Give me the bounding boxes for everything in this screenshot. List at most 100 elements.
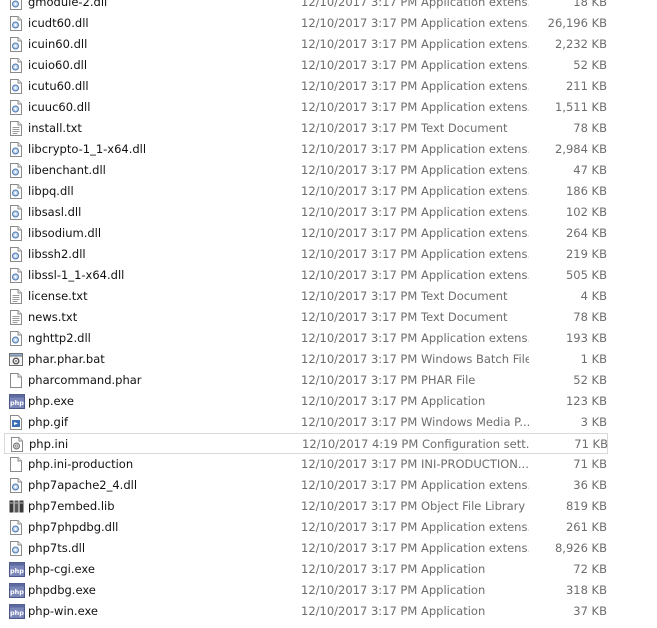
file-name: libssh2.dll [28, 247, 86, 261]
file-date-modified: 12/10/2017 3:17 PM [301, 520, 418, 534]
file-name: icuuc60.dll [28, 100, 91, 114]
text-document-icon [9, 310, 23, 325]
php-app-icon: php [9, 583, 25, 598]
file-name: phpdbg.exe [28, 583, 96, 597]
file-size: 36 KB [573, 478, 607, 492]
dll-icon [9, 16, 23, 31]
file-name: php.ini [29, 437, 69, 451]
file-row[interactable]: php.gif 12/10/2017 3:17 PM Windows Media P… [0, 412, 657, 433]
php-app-icon: php [9, 394, 25, 409]
file-name: install.txt [28, 121, 82, 135]
file-row[interactable]: php php.exe 12/10/2017 3:17 PM Application… [0, 391, 657, 412]
file-name: icuin60.dll [28, 37, 88, 51]
file-row[interactable]: php.ini 12/10/2017 4:19 PM Configuration s… [4, 433, 608, 454]
file-row[interactable]: install.txt 12/10/2017 3:17 PM Text Docume… [0, 118, 657, 139]
file-date-modified: 12/10/2017 3:17 PM [301, 289, 418, 303]
file-row[interactable]: php7phpdbg.dll 12/10/2017 3:17 PM Applicat… [0, 517, 657, 538]
file-row[interactable]: libssh2.dll 12/10/2017 3:17 PM Application… [0, 244, 657, 265]
file-name: libsasl.dll [28, 205, 82, 219]
file-size: 219 KB [565, 247, 607, 261]
file-name: nghttp2.dll [28, 331, 91, 345]
text-document-icon [9, 289, 23, 304]
file-size: 52 KB [573, 58, 607, 72]
file-size: 193 KB [565, 331, 607, 345]
file-row[interactable]: php7embed.lib 12/10/2017 3:17 PM Object Fi… [0, 496, 657, 517]
file-size: 123 KB [565, 394, 607, 408]
file-row[interactable]: php phpdbg.exe 12/10/2017 3:17 PM Applicat… [0, 580, 657, 601]
file-row[interactable]: news.txt 12/10/2017 3:17 PM Text Document 7… [0, 307, 657, 328]
file-name: php7embed.lib [28, 499, 115, 513]
file-date-modified: 12/10/2017 3:17 PM [301, 457, 418, 471]
file-name: pharcommand.phar [28, 373, 142, 387]
file-name: php.gif [28, 415, 69, 429]
file-date-modified: 12/10/2017 3:17 PM [301, 184, 418, 198]
file-date-modified: 12/10/2017 3:17 PM [301, 226, 418, 240]
file-size: 52 KB [573, 373, 607, 387]
file-name: libcrypto-1_1-x64.dll [28, 142, 147, 156]
file-row[interactable]: libssl-1_1-x64.dll 12/10/2017 3:17 PM Appl… [0, 265, 657, 286]
file-date-modified: 12/10/2017 3:17 PM [301, 604, 418, 618]
file-row[interactable]: icutu60.dll 12/10/2017 3:17 PM Application… [0, 76, 657, 97]
file-size: 71 KB [573, 457, 607, 471]
file-date-modified: 12/10/2017 3:17 PM [301, 268, 418, 282]
file-size: 505 KB [565, 268, 607, 282]
file-row[interactable]: php.ini-production 12/10/2017 3:17 PM INI-… [0, 454, 657, 475]
file-date-modified: 12/10/2017 3:17 PM [301, 205, 418, 219]
dll-icon [9, 247, 23, 262]
file-size: 2,232 KB [554, 37, 607, 51]
batch-file-icon [9, 352, 23, 367]
file-name: php7ts.dll [28, 541, 86, 555]
file-name: php.exe [28, 394, 74, 408]
file-size: 2,984 KB [554, 142, 607, 156]
media-file-icon [9, 415, 23, 430]
blank-file-icon [9, 373, 23, 388]
file-row[interactable]: php php-win.exe 12/10/2017 3:17 PM Applica… [0, 601, 657, 622]
file-row[interactable]: icuuc60.dll 12/10/2017 3:17 PM Application… [0, 97, 657, 118]
file-date-modified: 12/10/2017 3:17 PM [301, 37, 418, 51]
dll-icon [9, 58, 23, 73]
file-date-modified: 12/10/2017 3:17 PM [301, 541, 418, 555]
file-name: news.txt [28, 310, 78, 324]
file-row[interactable]: php php-cgi.exe 12/10/2017 3:17 PM Applica… [0, 559, 657, 580]
file-date-modified: 12/10/2017 3:17 PM [301, 58, 418, 72]
file-date-modified: 12/10/2017 3:17 PM [301, 16, 418, 30]
file-row[interactable]: libcrypto-1_1-x64.dll 12/10/2017 3:17 PM A… [0, 139, 657, 160]
file-row[interactable]: libsasl.dll 12/10/2017 3:17 PM Application… [0, 202, 657, 223]
file-row[interactable]: gmodule-2.dll 12/10/2017 3:17 PM Applicati… [0, 0, 657, 13]
file-size: 4 KB [580, 289, 607, 303]
file-row[interactable]: icuin60.dll 12/10/2017 3:17 PM Application… [0, 34, 657, 55]
library-file-icon [9, 499, 24, 514]
file-date-modified: 12/10/2017 3:17 PM [301, 163, 418, 177]
blank-file-icon [9, 457, 23, 472]
dll-icon [9, 520, 23, 535]
file-date-modified: 12/10/2017 3:17 PM [301, 247, 418, 261]
file-row[interactable]: libsodium.dll 12/10/2017 3:17 PM Applicati… [0, 223, 657, 244]
file-row[interactable]: nghttp2.dll 12/10/2017 3:17 PM Application… [0, 328, 657, 349]
dll-icon [9, 37, 23, 52]
file-name: phar.phar.bat [28, 352, 105, 366]
dll-icon [9, 142, 23, 157]
file-row[interactable]: php7apache2_4.dll 12/10/2017 3:17 PM Appli… [0, 475, 657, 496]
dll-icon [9, 331, 23, 346]
config-file-icon [10, 437, 24, 452]
file-row[interactable]: libpq.dll 12/10/2017 3:17 PM Application e… [0, 181, 657, 202]
file-row[interactable]: pharcommand.phar 12/10/2017 3:17 PM PHAR F… [0, 370, 657, 391]
svg-text:php: php [10, 567, 24, 575]
file-name: php.ini-production [28, 457, 134, 471]
file-row[interactable]: license.txt 12/10/2017 3:17 PM Text Docume… [0, 286, 657, 307]
file-row[interactable]: phar.phar.bat 12/10/2017 3:17 PM Windows B… [0, 349, 657, 370]
file-size: 1 KB [580, 352, 607, 366]
file-date-modified: 12/10/2017 3:17 PM [301, 142, 418, 156]
file-size: 37 KB [573, 604, 607, 618]
file-row[interactable]: icuio60.dll 12/10/2017 3:17 PM Application… [0, 55, 657, 76]
file-date-modified: 12/10/2017 3:17 PM [301, 0, 418, 9]
file-row[interactable]: icudt60.dll 12/10/2017 3:17 PM Application… [0, 13, 657, 34]
file-row[interactable]: libenchant.dll 12/10/2017 3:17 PM Applicat… [0, 160, 657, 181]
file-name: icutu60.dll [28, 79, 89, 93]
file-name: license.txt [28, 289, 88, 303]
file-row[interactable]: php7ts.dll 12/10/2017 3:17 PM Application … [0, 538, 657, 559]
file-name: php-cgi.exe [28, 562, 95, 576]
file-date-modified: 12/10/2017 3:17 PM [301, 415, 418, 429]
svg-text:php: php [10, 609, 24, 617]
file-list: gmodule-2.dll 12/10/2017 3:17 PM Applicati… [0, 0, 657, 622]
